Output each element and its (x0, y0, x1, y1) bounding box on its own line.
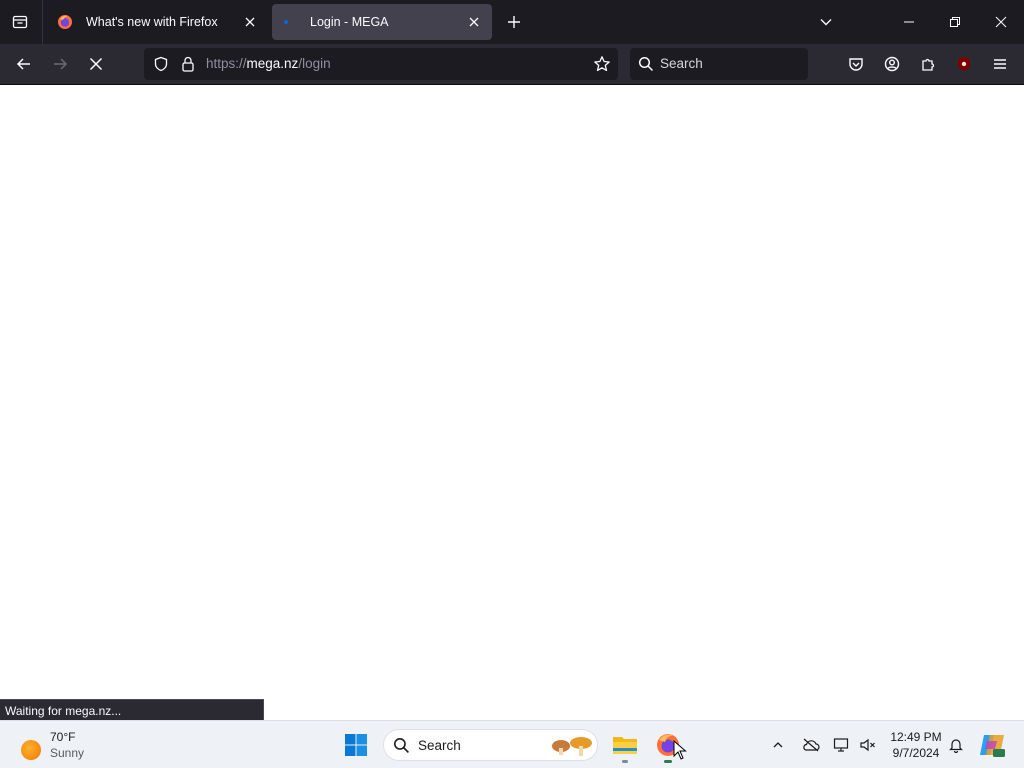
bell-icon (949, 739, 963, 753)
minimize-icon (904, 21, 914, 23)
copilot-icon[interactable] (978, 731, 1006, 759)
running-indicator (664, 760, 672, 763)
arrow-right-icon (54, 58, 68, 70)
restore-icon (950, 17, 960, 27)
firefox-view-icon (12, 15, 28, 29)
taskbar-search-placeholder: Search (418, 738, 461, 753)
taskbar: 70°F Sunny Search 12:49 PM 9/7/2024 (0, 720, 1024, 768)
sun-icon (21, 740, 41, 760)
show-hidden-icons-button[interactable] (766, 733, 790, 757)
weather-condition: Sunny (50, 746, 85, 760)
list-all-tabs-button[interactable] (812, 8, 840, 36)
mouse-cursor-icon (673, 740, 687, 760)
stop-loading-button[interactable] (80, 48, 112, 80)
firefox-icon (57, 14, 73, 30)
url-scheme: https:// (206, 56, 247, 71)
weather-temperature: 70°F (50, 730, 76, 744)
tab-whats-new[interactable]: What's new with Firefox (48, 4, 268, 40)
ublock-shield-icon (958, 57, 970, 71)
volume-tray-icon[interactable] (856, 733, 880, 757)
pocket-icon (849, 58, 863, 71)
notifications-button[interactable] (944, 733, 968, 757)
account-icon (884, 56, 900, 72)
firefox-view-button[interactable] (4, 6, 36, 38)
search-icon (394, 738, 409, 753)
url-path: /login (298, 56, 331, 71)
tab-separator (42, 0, 43, 44)
ublock-origin-button[interactable] (950, 50, 978, 78)
pocket-button[interactable] (842, 50, 870, 78)
chevron-down-icon (820, 19, 832, 26)
address-bar[interactable]: https://mega.nz/login (144, 48, 618, 80)
folder-icon (613, 737, 637, 754)
speaker-muted-icon (860, 738, 875, 752)
start-button[interactable] (340, 729, 372, 761)
stop-icon (89, 57, 103, 71)
navigation-toolbar: https://mega.nz/login Search (0, 44, 1024, 85)
account-button[interactable] (878, 50, 906, 78)
chevron-up-icon (773, 742, 783, 748)
application-menu-button[interactable] (986, 50, 1014, 78)
page-content[interactable] (0, 85, 1024, 720)
lock-icon[interactable] (179, 55, 197, 73)
close-icon (995, 16, 1007, 28)
forward-button[interactable] (44, 48, 76, 80)
clock-time: 12:49 PM (890, 730, 942, 744)
running-indicator (622, 760, 628, 763)
tab-close-icon[interactable] (464, 12, 484, 32)
file-explorer-taskbar-button[interactable] (607, 727, 643, 763)
bookmark-star-icon[interactable] (592, 54, 612, 74)
extensions-button[interactable] (914, 50, 942, 78)
network-tray-icon[interactable] (830, 733, 854, 757)
close-window-button[interactable] (978, 0, 1024, 44)
windows-logo-icon (345, 734, 367, 756)
new-tab-button[interactable] (500, 8, 528, 36)
clock-date: 9/7/2024 (892, 746, 940, 760)
tab-title: Login - MEGA (310, 15, 389, 29)
tab-strip: What's new with Firefox Login - MEGA (0, 0, 1024, 44)
tab-title: What's new with Firefox (86, 15, 218, 29)
tracking-protection-shield-icon[interactable] (152, 55, 170, 73)
cloud-offline-icon (803, 738, 820, 752)
url-text[interactable]: https://mega.nz/login (206, 56, 331, 71)
minimize-button[interactable] (886, 0, 932, 44)
arrow-left-icon (16, 58, 30, 70)
taskbar-search-box[interactable]: Search (383, 729, 598, 761)
url-host: mega.nz (246, 56, 299, 71)
search-highlight-mushroom-icon (552, 737, 592, 756)
onedrive-tray-icon[interactable] (799, 733, 823, 757)
weather-widget[interactable]: 70°F Sunny (12, 727, 122, 763)
status-panel: Waiting for mega.nz... (0, 699, 264, 720)
hamburger-menu-icon (994, 59, 1006, 69)
search-bar[interactable]: Search (630, 48, 808, 80)
system-clock[interactable]: 12:49 PM 9/7/2024 (884, 729, 948, 761)
tab-close-icon[interactable] (240, 12, 260, 32)
restore-button[interactable] (932, 0, 978, 44)
monitor-icon (833, 738, 849, 752)
loading-dot-icon (281, 14, 297, 30)
plus-icon (508, 16, 520, 28)
search-placeholder: Search (660, 56, 703, 71)
tab-login-mega[interactable]: Login - MEGA (272, 4, 492, 40)
back-button[interactable] (8, 48, 40, 80)
puzzle-icon (922, 58, 935, 71)
search-icon (638, 56, 654, 72)
